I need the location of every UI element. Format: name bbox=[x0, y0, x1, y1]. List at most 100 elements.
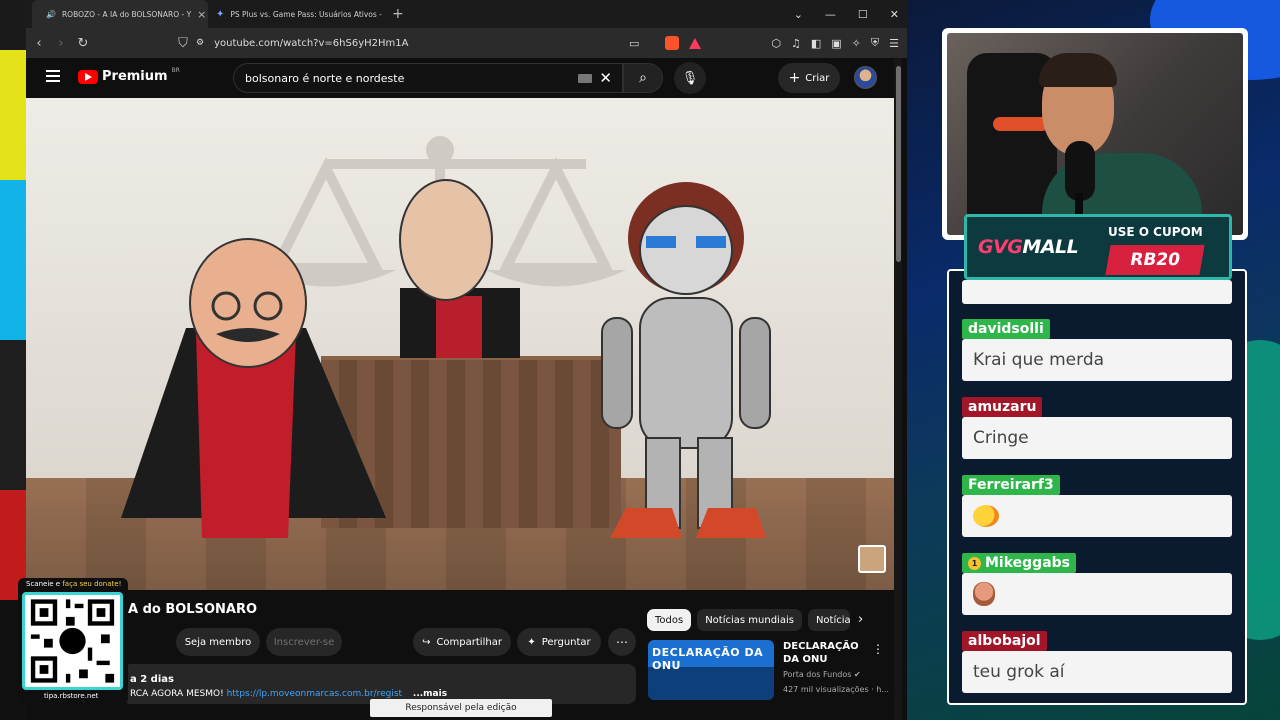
join-button[interactable]: Seja membro bbox=[176, 628, 260, 656]
chip-all[interactable]: Todos bbox=[647, 609, 692, 631]
sponsor-logo-mall: MALL bbox=[1022, 236, 1079, 258]
create-label: Criar bbox=[805, 72, 830, 84]
description-link[interactable]: https://lp.moveonmarcas.com.br/regist bbox=[227, 689, 402, 699]
new-tab-icon[interactable]: + bbox=[384, 6, 412, 22]
cupom-label: USE O CUPOM bbox=[1108, 225, 1203, 239]
cast-icon[interactable]: ▭ bbox=[629, 37, 639, 50]
site-info-icon[interactable]: ⚙ bbox=[196, 38, 204, 48]
media-icon[interactable]: ♫ bbox=[791, 37, 801, 50]
share-button[interactable]: ↪ Compartilhar bbox=[413, 628, 511, 656]
create-button[interactable]: + Criar bbox=[778, 63, 840, 93]
url-field[interactable]: ⚙ youtube.com/watch?v=6hS6yH2Hm1A bbox=[196, 32, 702, 54]
chat-message-partial bbox=[962, 280, 1232, 304]
chevron-right-icon[interactable]: › bbox=[858, 612, 863, 627]
share-icon: ↪ bbox=[422, 636, 431, 648]
streamer-hair bbox=[1039, 53, 1117, 87]
bookmark-icon[interactable]: ⛉ bbox=[172, 36, 194, 51]
ask-label: Perguntar bbox=[541, 636, 591, 648]
chat-message bbox=[962, 495, 1232, 537]
page-scrollbar-thumb[interactable] bbox=[896, 66, 901, 262]
sidebar-icon[interactable]: ◧ bbox=[811, 37, 821, 50]
status-tooltip: Responsável pela edição bbox=[370, 699, 552, 717]
chat-username: davidsolli bbox=[962, 319, 1050, 339]
menu-icon[interactable]: ☰ bbox=[889, 37, 899, 50]
description-more[interactable]: ...mais bbox=[413, 689, 447, 699]
vpn-icon[interactable]: ⛨ bbox=[871, 36, 879, 50]
thumbnail-text: DECLARAÇÃO DA ONU bbox=[652, 646, 764, 672]
voice-search-button[interactable]: 🎙 bbox=[674, 62, 706, 94]
video-title: A do BOLSONARO bbox=[128, 602, 258, 617]
close-window-icon[interactable]: ✕ bbox=[890, 8, 899, 21]
qr-caption-highlight: faça seu donate! bbox=[62, 580, 122, 588]
search-button[interactable]: ⌕ bbox=[623, 63, 663, 93]
search-icon: ⌕ bbox=[639, 70, 647, 86]
guide-menu-icon[interactable] bbox=[46, 70, 60, 82]
share-label: Compartilhar bbox=[436, 636, 502, 648]
chat-username: amuzaru bbox=[962, 397, 1043, 417]
tab-bar: 🔊 ROBOZO - A IA do BOLSONARO - Y × ✦ PS … bbox=[26, 0, 907, 28]
chat-message: Krai que merda bbox=[962, 339, 1232, 381]
chat-username-row: 1 Mikeggabs bbox=[962, 553, 1077, 573]
youtube-play-icon bbox=[78, 69, 98, 84]
recommended-thumbnail[interactable]: DECLARAÇÃO DA ONU bbox=[648, 640, 774, 700]
chevron-down-icon[interactable]: ⌄ bbox=[794, 8, 803, 21]
forward-icon[interactable]: › bbox=[50, 36, 72, 51]
qr-caption: Scaneie e faça seu donate! bbox=[26, 580, 121, 588]
qr-caption-prefix: Scaneie e bbox=[26, 580, 63, 588]
chip-news[interactable]: Notícia bbox=[807, 609, 850, 631]
ask-button[interactable]: ✦ Perguntar bbox=[517, 628, 601, 656]
premium-label: Premium bbox=[102, 69, 168, 84]
description-date: a 2 dias bbox=[130, 674, 174, 685]
keyboard-icon[interactable] bbox=[578, 74, 592, 83]
cartoon-characters bbox=[121, 179, 771, 538]
brave-shields-icon[interactable] bbox=[665, 36, 680, 50]
channel-name: Porta dos Fundos bbox=[783, 670, 852, 679]
sponsor-logo-gvg: GVG bbox=[978, 236, 1023, 258]
leo-ai-icon[interactable]: ✧ bbox=[852, 37, 861, 50]
gemini-favicon-icon: ✦ bbox=[216, 8, 225, 20]
webcam-feed bbox=[947, 33, 1243, 235]
sponsor-logo: GVGMALL bbox=[978, 236, 1079, 258]
search-input[interactable]: bolsonaro é norte e nordeste ✕ bbox=[233, 63, 623, 93]
chip-world-news[interactable]: Notícias mundiais bbox=[697, 609, 802, 631]
recommended-views: 427 mil visualizações · h... bbox=[783, 685, 889, 694]
chat-message: Cringe bbox=[962, 417, 1232, 459]
recommended-menu-icon[interactable]: ⋮ bbox=[872, 642, 884, 656]
screen: 🔊 ROBOZO - A IA do BOLSONARO - Y × ✦ PS … bbox=[0, 0, 1280, 720]
wallet-icon[interactable]: ▣ bbox=[831, 37, 841, 50]
tab-youtube[interactable]: 🔊 ROBOZO - A IA do BOLSONARO - Y × bbox=[32, 0, 208, 28]
subscriber-badge-icon: 1 bbox=[968, 556, 981, 570]
channel-watermark[interactable] bbox=[858, 545, 886, 573]
reload-icon[interactable]: ↻ bbox=[72, 36, 94, 51]
description-text: RCA AGORA MESMO! https://lp.moveonmarcas… bbox=[130, 689, 447, 699]
chat-message bbox=[962, 573, 1232, 615]
recommended-title[interactable]: DECLARAÇÃO DA ONU bbox=[783, 640, 875, 666]
qr-url: tipa.rbstore.net bbox=[44, 692, 99, 700]
tab-gemini[interactable]: ✦ PS Plus vs. Game Pass: Usuários Ativos… bbox=[208, 0, 384, 28]
chat-username: Mikeggabs bbox=[985, 555, 1071, 571]
youtube-logo[interactable]: Premium BR bbox=[78, 67, 180, 84]
url-text: youtube.com/watch?v=6hS6yH2Hm1A bbox=[214, 37, 409, 49]
description-body: RCA AGORA MESMO! bbox=[130, 689, 227, 699]
related-chips: Todos Notícias mundiais Notícia bbox=[647, 609, 850, 631]
recommended-channel[interactable]: Porta dos Fundos ✔ bbox=[783, 670, 861, 679]
video-player[interactable] bbox=[26, 98, 896, 590]
brave-rewards-icon[interactable] bbox=[689, 37, 702, 49]
tab-title: ROBOZO - A IA do BOLSONARO - Y bbox=[61, 9, 192, 19]
extensions-icon[interactable]: ⬡ bbox=[771, 37, 781, 50]
back-icon[interactable]: ‹ bbox=[28, 36, 50, 51]
account-avatar[interactable] bbox=[854, 66, 877, 89]
more-actions-icon[interactable]: ⋯ bbox=[608, 628, 636, 656]
close-tab-icon[interactable]: × bbox=[197, 8, 206, 21]
plus-icon: + bbox=[788, 70, 801, 86]
tab-title: PS Plus vs. Game Pass: Usuários Ativos -… bbox=[230, 9, 384, 19]
minimize-icon[interactable]: — bbox=[825, 8, 836, 21]
maximize-icon[interactable]: ☐ bbox=[858, 8, 868, 21]
speaker-icon: 🔊 bbox=[46, 9, 56, 19]
subscribe-button[interactable]: Inscrever-se bbox=[266, 628, 342, 656]
sparkle-icon: ✦ bbox=[527, 636, 536, 648]
clear-search-icon[interactable]: ✕ bbox=[599, 69, 612, 87]
youtube-masthead: Premium BR bolsonaro é norte e nordeste … bbox=[26, 58, 907, 98]
address-bar: ‹ › ↻ ⛉ ⚙ youtube.com/watch?v=6hS6yH2Hm1… bbox=[26, 28, 907, 58]
chick-emote-icon bbox=[973, 505, 999, 527]
